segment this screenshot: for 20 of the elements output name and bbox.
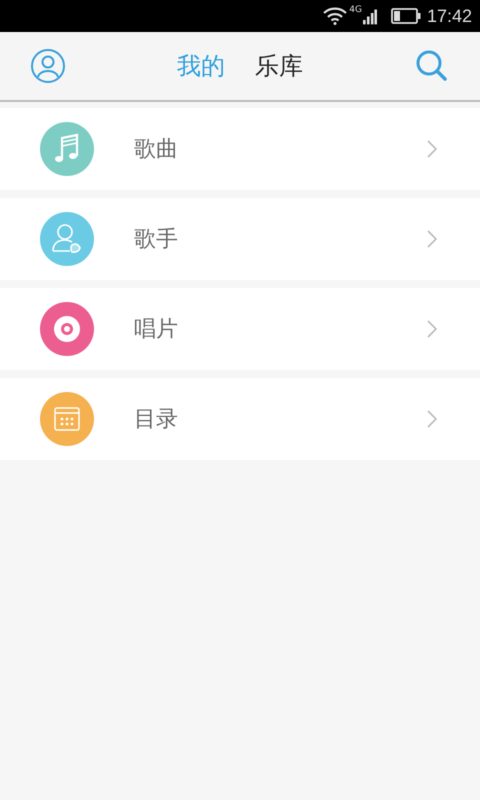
wifi-icon — [323, 7, 348, 25]
battery-icon — [390, 8, 421, 24]
list-item[interactable]: 目录 — [0, 378, 480, 460]
chevron-right-icon — [427, 140, 437, 158]
clock: 17:42 — [426, 6, 472, 26]
list-item[interactable]: 歌曲 — [0, 108, 480, 190]
chevron-right-icon — [427, 410, 437, 428]
item-label: 歌曲 — [134, 136, 179, 164]
item-label: 唱片 — [134, 316, 179, 344]
tab[interactable]: 乐库 — [255, 50, 303, 82]
chevron-right-icon — [427, 230, 437, 248]
profile-icon[interactable] — [30, 48, 66, 84]
signal-icon — [362, 8, 377, 24]
item-label: 目录 — [134, 406, 179, 434]
list-item[interactable]: 歌手 — [0, 198, 480, 280]
network-label: 4G — [349, 5, 362, 15]
chevron-right-icon — [427, 320, 437, 338]
list-item[interactable]: 唱片 — [0, 288, 480, 370]
item-label: 歌手 — [134, 226, 179, 254]
search-icon[interactable] — [414, 48, 450, 84]
